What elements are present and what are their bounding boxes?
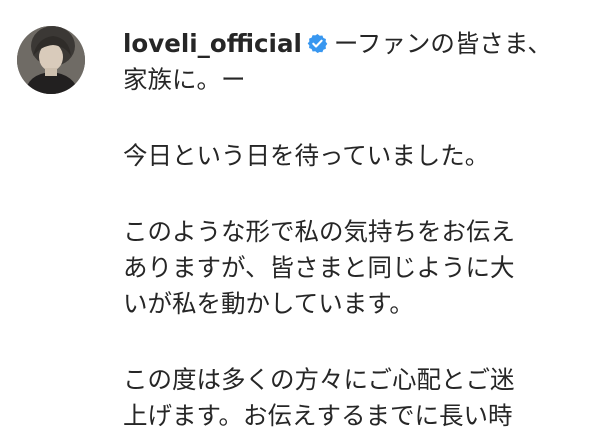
caption-line: この度は多くの方々にご心配とご迷 (123, 365, 515, 394)
caption-text: ーファンの皆さま、 (333, 29, 552, 58)
verified-badge-icon (307, 33, 328, 54)
username-link[interactable]: loveli_official (123, 29, 302, 58)
profile-avatar[interactable] (17, 26, 85, 94)
post-caption: loveli_official ーファンの皆さま、 家族に。ー 今日という日を待っ… (123, 26, 600, 434)
caption-line: 上げます。お伝えするまでに長い時 (123, 401, 513, 430)
caption-line: いが私を動かしています。 (123, 289, 414, 318)
caption-line: 家族に。ー (123, 65, 246, 94)
caption-line: このような形で私の気持ちをお伝え (123, 217, 515, 246)
instagram-post-caption: loveli_official ーファンの皆さま、 家族に。ー 今日という日を待っ… (0, 0, 600, 445)
caption-line: 今日という日を待っていました。 (123, 141, 490, 170)
caption-line: ありますが、皆さまと同じように大 (123, 253, 515, 282)
avatar-photo (17, 26, 85, 94)
caption-line: loveli_official ーファンの皆さま、 (123, 26, 600, 62)
